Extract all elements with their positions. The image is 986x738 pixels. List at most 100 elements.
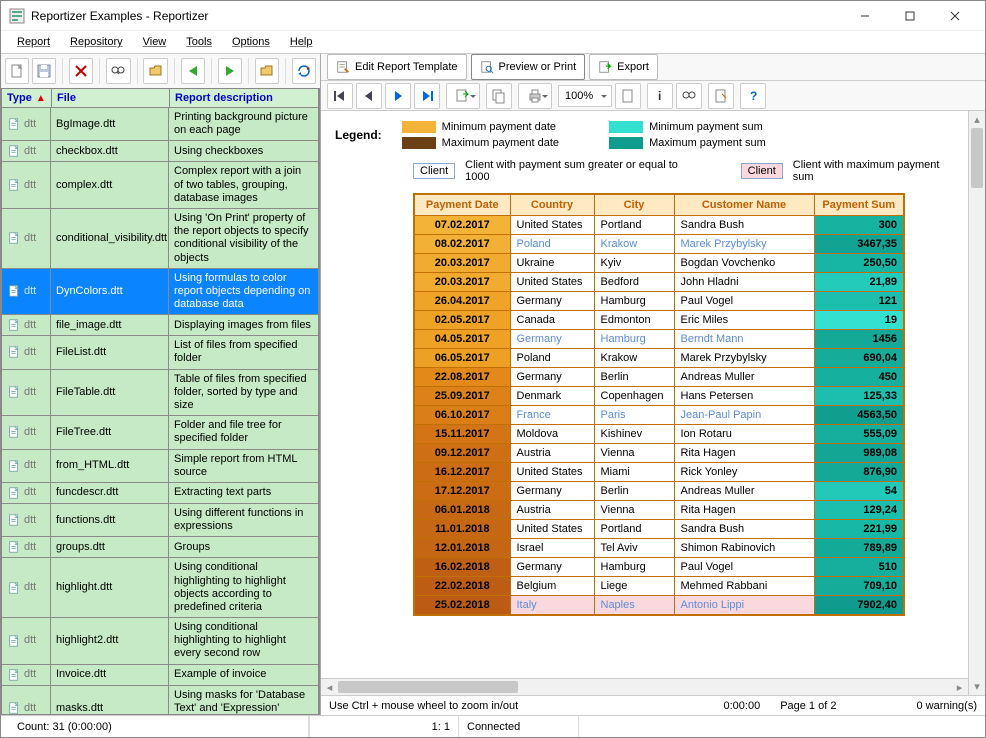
save-button[interactable]	[32, 58, 56, 84]
preview-statusbar: Use Ctrl + mouse wheel to zoom in/out 0:…	[321, 695, 985, 715]
cell-file: FileTree.dtt	[51, 416, 169, 448]
prev-button[interactable]	[181, 58, 205, 84]
find-button2[interactable]	[676, 83, 702, 109]
tab-edit-template[interactable]: Edit Report Template	[327, 54, 467, 80]
grid-row[interactable]: dtt Invoice.dtt Example of invoice	[2, 665, 319, 686]
open-button[interactable]	[143, 58, 167, 84]
tab-export[interactable]: Export	[589, 54, 658, 80]
client-pill-blue: Client	[413, 163, 455, 179]
menu-options[interactable]: Options	[222, 34, 280, 50]
cell-file: functions.dtt	[51, 504, 169, 536]
legend-clients: Client Client with payment sum greater o…	[413, 159, 954, 183]
table-row: 16.02.2018 Germany Hamburg Paul Vogel 51…	[414, 558, 904, 577]
refresh-button[interactable]	[292, 58, 316, 84]
hscrollbar[interactable]: ◂ ▸	[321, 678, 968, 695]
grid-row[interactable]: dtt complex.dtt Complex report with a jo…	[2, 162, 319, 209]
tab-preview[interactable]: Preview or Print	[471, 54, 586, 80]
hscroll-left[interactable]: ◂	[321, 679, 338, 696]
svg-text:i: i	[658, 89, 661, 103]
first-page-button[interactable]	[327, 83, 353, 109]
table-row: 12.01.2018 Israel Tel Aviv Shimon Rabino…	[414, 539, 904, 558]
vscroll-up[interactable]: ▴	[969, 111, 985, 128]
cell-desc: Example of invoice	[169, 665, 319, 685]
th-date: Payment Date	[414, 194, 510, 216]
swatch-max-date	[402, 137, 436, 149]
grid-row[interactable]: dtt functions.dtt Using different functi…	[2, 504, 319, 537]
grid-row[interactable]: dtt FileList.dtt List of files from spec…	[2, 336, 319, 369]
cell-desc: Using checkboxes	[169, 141, 319, 161]
delete-button[interactable]	[69, 58, 93, 84]
cell-desc: Complex report with a join of two tables…	[169, 162, 319, 208]
cell-file: file_image.dtt	[51, 315, 169, 335]
menu-tools[interactable]: Tools	[176, 34, 222, 50]
status-warnings: 0 warning(s)	[916, 700, 977, 712]
vscroll-thumb[interactable]	[971, 128, 983, 188]
cell-type: dtt	[2, 504, 51, 536]
print-drop-button[interactable]	[518, 83, 552, 109]
vscrollbar[interactable]: ▴ ▾	[968, 111, 985, 695]
cell-type: dtt	[2, 416, 51, 448]
copy-button[interactable]	[486, 83, 512, 109]
status-page: Page 1 of 2	[780, 700, 836, 712]
page-setup-button[interactable]	[615, 83, 641, 109]
cell-desc: Extracting text parts	[169, 483, 319, 503]
menu-view[interactable]: View	[133, 34, 177, 50]
grid-row[interactable]: dtt conditional_visibility.dtt Using 'On…	[2, 209, 319, 269]
grid-row[interactable]: dtt highlight2.dtt Using conditional hig…	[2, 618, 319, 665]
table-row: 20.03.2017 United States Bedford John Hl…	[414, 273, 904, 292]
table-row: 07.02.2017 United States Portland Sandra…	[414, 216, 904, 235]
grid-row[interactable]: dtt DynColors.dtt Using formulas to colo…	[2, 269, 319, 316]
table-row: 16.12.2017 United States Miami Rick Yonl…	[414, 463, 904, 482]
preview-toolbar: 100% i ?	[321, 81, 985, 111]
new-button[interactable]	[5, 58, 29, 84]
close-button[interactable]	[932, 1, 977, 31]
zoom-combo[interactable]: 100%	[558, 85, 612, 107]
grid-row[interactable]: dtt FileTree.dtt Folder and file tree fo…	[2, 416, 319, 449]
col-type[interactable]: Type▲	[2, 89, 52, 107]
grid-body[interactable]: dtt BgImage.dtt Printing background pict…	[1, 107, 320, 715]
swatch-min-date	[402, 121, 436, 133]
find-button[interactable]	[106, 58, 130, 84]
cell-file: masks.dtt	[51, 686, 169, 715]
cell-desc: List of files from specified folder	[169, 336, 319, 368]
menu-report[interactable]: Report	[7, 34, 60, 50]
next-button[interactable]	[218, 58, 242, 84]
grid-row[interactable]: dtt groups.dtt Groups	[2, 537, 319, 558]
grid-row[interactable]: dtt from_HTML.dtt Simple report from HTM…	[2, 450, 319, 483]
grid-row[interactable]: dtt highlight.dtt Using conditional high…	[2, 558, 319, 618]
maximize-button[interactable]	[887, 1, 932, 31]
minimize-button[interactable]	[842, 1, 887, 31]
window-title: Reportizer Examples - Reportizer	[31, 9, 842, 23]
grid-row[interactable]: dtt FileTable.dtt Table of files from sp…	[2, 370, 319, 417]
cell-type: dtt	[2, 315, 51, 335]
menubar: Report Repository View Tools Options Hel…	[1, 31, 985, 53]
cell-desc: Using different functions in expressions	[169, 504, 319, 536]
preview-area[interactable]: Legend: Minimum payment date Maximum pay…	[321, 111, 968, 678]
info-button[interactable]: i	[647, 83, 673, 109]
col-file[interactable]: File	[52, 89, 170, 107]
menu-repository[interactable]: Repository	[60, 34, 133, 50]
grid-header: Type▲ File Report description	[1, 88, 320, 107]
grid-row[interactable]: dtt BgImage.dtt Printing background pict…	[2, 108, 319, 141]
table-row: 06.10.2017 France Paris Jean-Paul Papin …	[414, 406, 904, 425]
grid-row[interactable]: dtt funcdescr.dtt Extracting text parts	[2, 483, 319, 504]
data-table: Payment Date Country City Customer Name …	[413, 193, 905, 616]
grid-row[interactable]: dtt file_image.dtt Displaying images fro…	[2, 315, 319, 336]
table-row: 22.02.2018 Belgium Liege Mehmed Rabbani …	[414, 577, 904, 596]
table-row: 11.01.2018 United States Portland Sandra…	[414, 520, 904, 539]
prev-page-button[interactable]	[356, 83, 382, 109]
next-page-button[interactable]	[385, 83, 411, 109]
export-drop-button[interactable]	[446, 83, 480, 109]
menu-help[interactable]: Help	[280, 34, 323, 50]
script-button[interactable]	[708, 83, 734, 109]
vscroll-down[interactable]: ▾	[969, 678, 985, 695]
hscroll-thumb[interactable]	[338, 681, 518, 693]
help-button[interactable]: ?	[740, 83, 766, 109]
th-sum: Payment Sum	[814, 194, 904, 216]
hscroll-right[interactable]: ▸	[951, 679, 968, 696]
open2-button[interactable]	[255, 58, 279, 84]
col-desc[interactable]: Report description	[170, 89, 319, 107]
grid-row[interactable]: dtt checkbox.dtt Using checkboxes	[2, 141, 319, 162]
grid-row[interactable]: dtt masks.dtt Using masks for 'Database …	[2, 686, 319, 715]
last-page-button[interactable]	[414, 83, 440, 109]
